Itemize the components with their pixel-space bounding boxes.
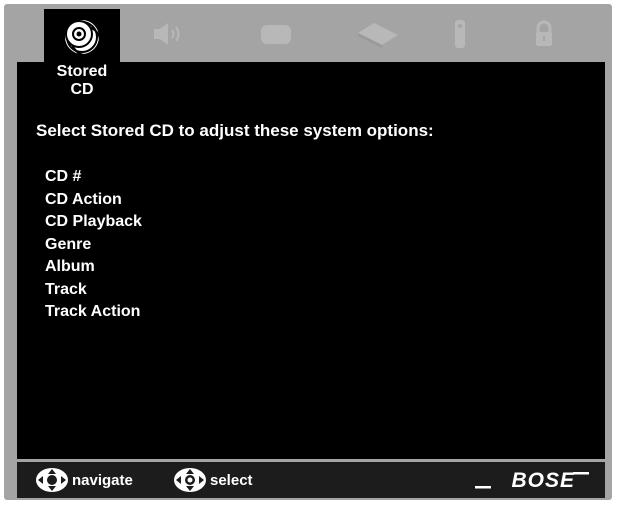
speaker-icon — [154, 23, 180, 45]
active-tab-label-line1: Stored — [56, 63, 108, 80]
tab-stored-cd[interactable] — [44, 9, 120, 65]
options-list: CD # CD Action CD Playback Genre Album T… — [45, 166, 142, 324]
option-cd-number[interactable]: CD # — [45, 166, 142, 189]
tab-tv[interactable] — [248, 12, 304, 56]
option-track[interactable]: Track — [45, 279, 142, 302]
tab-source-device[interactable] — [350, 12, 406, 56]
tab-lock[interactable] — [516, 12, 572, 56]
tab-remote[interactable] — [432, 12, 488, 56]
navigate-pad-icon — [36, 468, 68, 492]
active-tab-label-line2: CD — [70, 81, 94, 98]
footer-bar: navigate select BOSE — [17, 462, 605, 498]
tab-speaker[interactable] — [138, 12, 194, 56]
stored-cd-icon — [65, 20, 101, 56]
source-device-icon — [358, 23, 398, 48]
navigate-hint: navigate — [35, 468, 133, 492]
svg-text:BOSE: BOSE — [511, 469, 575, 492]
option-cd-action[interactable]: CD Action — [45, 189, 142, 212]
select-label: select — [210, 471, 253, 489]
menu-frame: Stored CD Select Stored CD to adjust the… — [4, 4, 612, 500]
bose-logo: BOSE — [473, 467, 591, 498]
lock-icon — [536, 20, 552, 46]
tab-bar — [4, 4, 612, 65]
remote-icon — [455, 20, 465, 48]
option-album[interactable]: Album — [45, 256, 142, 279]
navigate-label: navigate — [72, 471, 133, 489]
select-hint: select — [173, 468, 253, 492]
option-genre[interactable]: Genre — [45, 234, 142, 257]
page-heading: Select Stored CD to adjust these system … — [36, 121, 434, 140]
tv-icon — [261, 25, 291, 44]
option-track-action[interactable]: Track Action — [45, 301, 142, 324]
option-cd-playback[interactable]: CD Playback — [45, 211, 142, 234]
active-tab-label: Stored CD — [44, 63, 120, 99]
select-pad-icon — [174, 468, 206, 492]
